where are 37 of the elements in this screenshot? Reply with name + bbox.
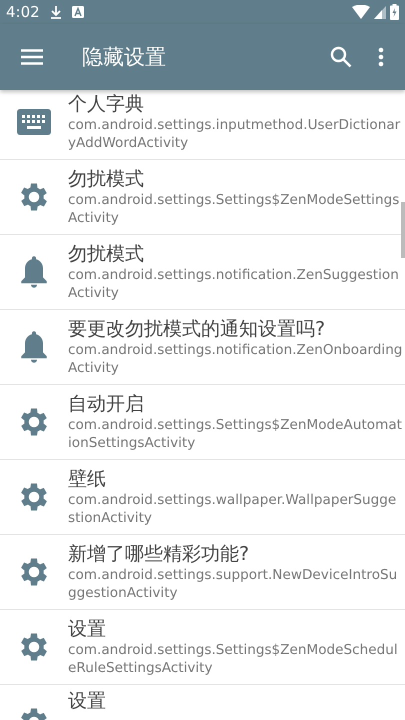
item-title: 自动开启 [68,392,145,416]
list-item[interactable]: 新增了哪些精彩功能? com.android.settings.support.NewDeviceIntroSuggestionActivity [0,535,405,610]
item-title: 勿扰模式 [68,242,145,266]
list-item[interactable]: 壁纸 com.android.settings.wallpaper.WallpaperSuggestionActivity [0,460,405,535]
item-title: 个人字典 [68,92,145,116]
clock-time: 4:02 [6,3,40,21]
wifi-icon [352,5,370,19]
item-title: 勿扰模式 [68,167,145,191]
list-item[interactable]: 要更改勿扰模式的通知设置吗? com.android.settings.notification.ZenOnboardingActivity [0,310,405,385]
item-title: 壁纸 [68,467,107,491]
item-subtitle: com.android.settings.wallpaper.WallpaperSuggestionActivity [68,491,398,527]
item-subtitle: com.android.settings.support.NewDeviceIntroSuggestionActivity [68,566,398,602]
item-title: 新增了哪些精彩功能? [68,542,250,566]
download-icon [50,5,62,19]
signal-icon [374,6,386,18]
battery-icon [390,4,399,20]
list-item[interactable]: 设置 com.android.settings.Settings$ZenModeScheduleRuleSettingsActivity [0,610,405,685]
item-subtitle: com.android.settings.Settings$ZenModeScheduleRuleSettingsActivity [68,641,399,677]
item-subtitle: com.android.settings.Settings$ZenModeAutomationSettingsActivity [68,416,403,452]
list-item[interactable]: 自动开启 com.android.settings.Settings$ZenModeAutomationSettingsActivity [0,385,405,460]
menu-icon [21,49,43,65]
item-subtitle: com.android.settings.Settings$ZenModeSettingsActivity [68,191,400,227]
item-subtitle: com.android.settings.notification.ZenOnboardingActivity [68,341,403,377]
item-subtitle: com.android.settings.notification.ZenSuggestionActivity [68,266,400,302]
keyboard-app-icon [72,6,84,18]
item-subtitle: com.android.settings.inputmethod.UserDictionaryAddWordActivity [68,116,402,152]
list-item[interactable]: 个人字典 com.android.settings.inputmethod.UserDictionaryAddWordActivity [0,90,405,160]
more-options-icon [378,47,384,67]
item-title: 要更改勿扰模式的通知设置吗? [68,317,326,341]
list-item[interactable]: 设置 [0,685,405,720]
item-title: 设置 [68,617,107,641]
keyboard-icon [16,107,52,137]
list-item[interactable]: 勿扰模式 com.android.settings.notification.ZenSuggestionActivity [0,235,405,310]
toolbar-title: 隐藏设置 [82,44,167,71]
scrollbar[interactable] [401,202,405,258]
item-title: 设置 [68,689,107,713]
search-icon [330,46,352,68]
